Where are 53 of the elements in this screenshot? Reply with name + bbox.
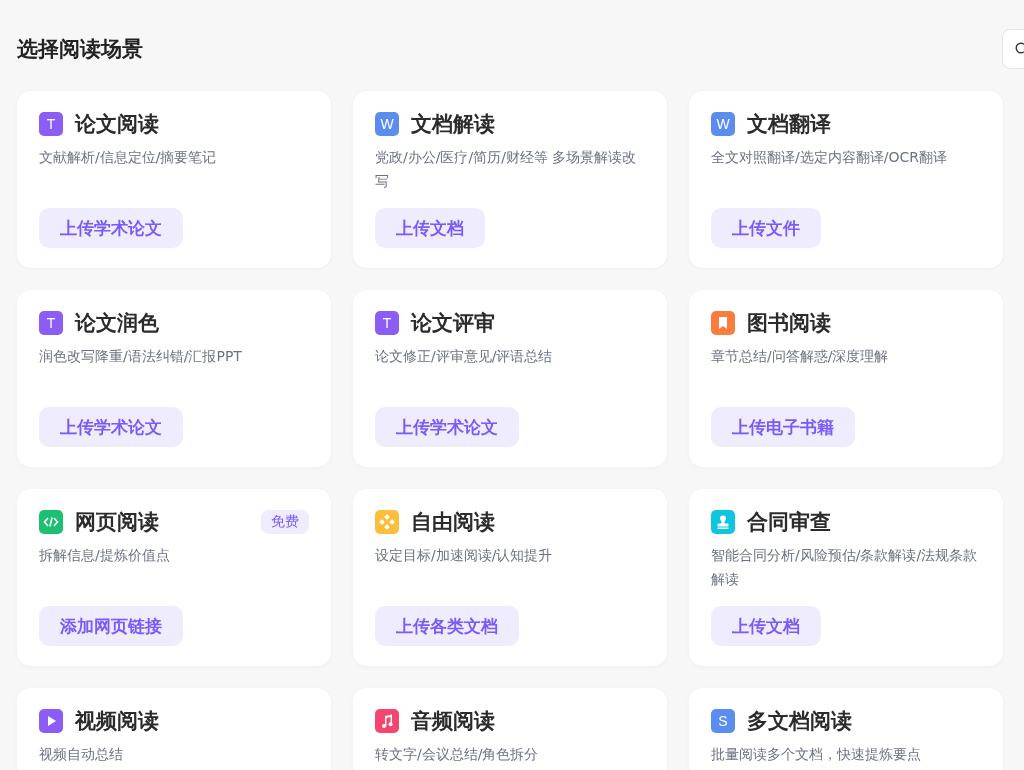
- letter-icon: T: [39, 112, 63, 136]
- card-description: 批量阅读多个文档，快速提炼要点: [711, 745, 922, 764]
- scenario-card[interactable]: S 多文档阅读 批量阅读多个文档，快速提炼要点: [689, 688, 1003, 770]
- card-title: 论文评审: [411, 310, 495, 337]
- card-description: 文献解析/信息定位/摘要笔记: [39, 148, 218, 167]
- letter-icon: W: [375, 112, 399, 136]
- letter-icon: S: [711, 709, 735, 733]
- card-title: 多文档阅读: [747, 708, 852, 735]
- letter-icon: T: [39, 311, 63, 335]
- card-title: 文档翻译: [747, 111, 831, 138]
- upload-button[interactable]: 上传学术论文: [375, 407, 519, 447]
- free-badge: 免费: [261, 510, 309, 534]
- upload-button[interactable]: 上传文档: [711, 606, 821, 646]
- card-title: 视频阅读: [75, 708, 159, 735]
- card-description: 章节总结/问答解惑/深度理解: [711, 347, 890, 366]
- card-title: 论文阅读: [75, 111, 159, 138]
- card-description: 视频自动总结: [39, 745, 124, 764]
- scenario-card[interactable]: T 论文润色 润色改写降重/语法纠错/汇报PPT 上传学术论文: [17, 290, 331, 467]
- card-title: 音频阅读: [411, 708, 495, 735]
- upload-button[interactable]: 上传文件: [711, 208, 821, 248]
- scenario-card[interactable]: 合同审查 智能合同分析/风险预估/条款解读/法规条款解读 上传文档: [689, 489, 1003, 666]
- upload-button[interactable]: 上传文档: [375, 208, 485, 248]
- upload-button[interactable]: 添加网页链接: [39, 606, 183, 646]
- card-description: 智能合同分析/风险预估/条款解读/法规条款解读: [711, 546, 979, 589]
- scenario-card[interactable]: T 论文评审 论文修正/评审意见/评语总结 上传学术论文: [353, 290, 667, 467]
- card-description: 全文对照翻译/选定内容翻译/OCR翻译: [711, 148, 948, 167]
- letter-icon: W: [711, 112, 735, 136]
- scenario-card[interactable]: 自由阅读 设定目标/加速阅读/认知提升 上传各类文档: [353, 489, 667, 666]
- card-description: 设定目标/加速阅读/认知提升: [375, 546, 554, 565]
- card-title: 自由阅读: [411, 509, 495, 536]
- scenario-card[interactable]: 音频阅读 转文字/会议总结/角色拆分: [353, 688, 667, 770]
- letter-icon: T: [375, 311, 399, 335]
- card-description: 拆解信息/提炼价值点: [39, 546, 171, 565]
- scenario-card[interactable]: 网页阅读 免费 拆解信息/提炼价值点 添加网页链接: [17, 489, 331, 666]
- card-description: 润色改写降重/语法纠错/汇报PPT: [39, 347, 243, 366]
- card-description: 党政/办公/医疗/简历/财经等 多场景解读改写: [375, 148, 638, 191]
- upload-button[interactable]: 上传电子书籍: [711, 407, 855, 447]
- card-description: 转文字/会议总结/角色拆分: [375, 745, 540, 764]
- card-title: 论文润色: [75, 310, 159, 337]
- scenario-card[interactable]: W 文档解读 党政/办公/医疗/简历/财经等 多场景解读改写 上传文档: [353, 91, 667, 268]
- page-title: 选择阅读场景: [17, 36, 143, 63]
- card-title: 图书阅读: [747, 310, 831, 337]
- card-title: 合同审查: [747, 509, 831, 536]
- upload-button[interactable]: 上传学术论文: [39, 208, 183, 248]
- scenario-card[interactable]: W 文档翻译 全文对照翻译/选定内容翻译/OCR翻译 上传文件: [689, 91, 1003, 268]
- card-title: 网页阅读: [75, 509, 159, 536]
- card-description: 论文修正/评审意见/评语总结: [375, 347, 554, 366]
- upload-button[interactable]: 上传学术论文: [39, 407, 183, 447]
- scenario-card[interactable]: 视频阅读 视频自动总结: [17, 688, 331, 770]
- scenario-card[interactable]: T 论文阅读 文献解析/信息定位/摘要笔记 上传学术论文: [17, 91, 331, 268]
- upload-button[interactable]: 上传各类文档: [375, 606, 519, 646]
- card-title: 文档解读: [411, 111, 495, 138]
- scenario-card[interactable]: 图书阅读 章节总结/问答解惑/深度理解 上传电子书籍: [689, 290, 1003, 467]
